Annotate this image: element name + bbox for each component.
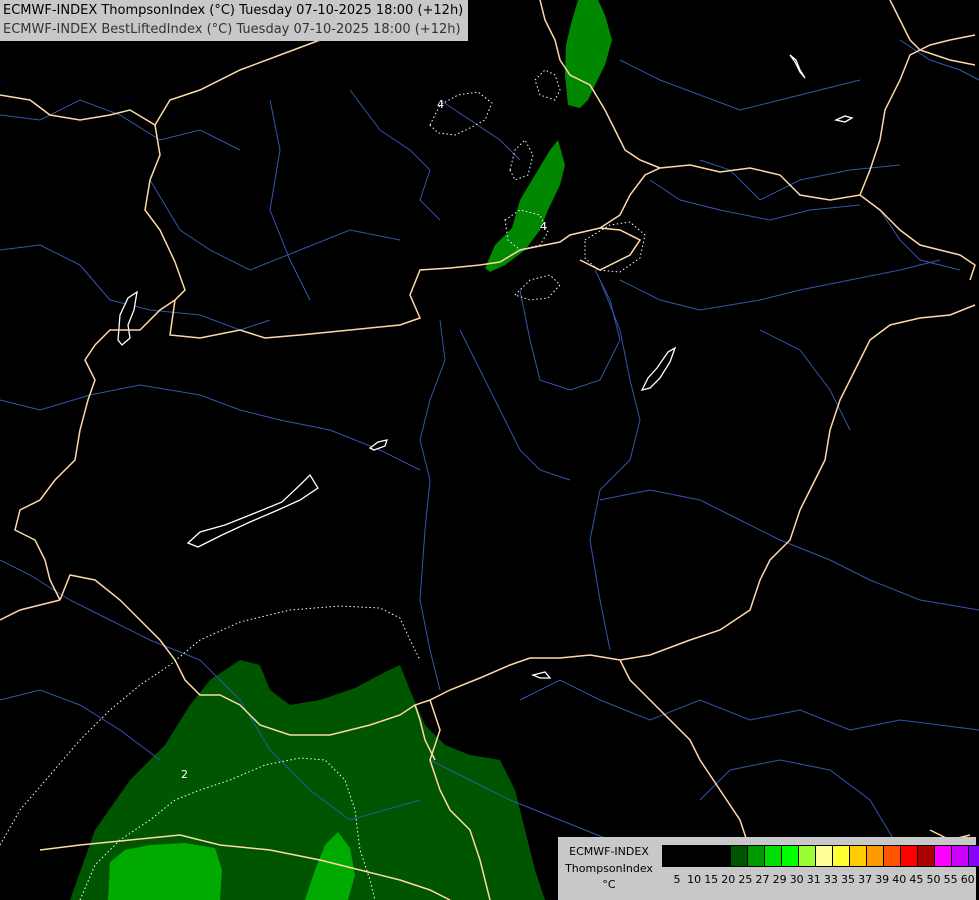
legend-tick-label: 60 xyxy=(960,873,975,886)
legend-swatch xyxy=(833,846,850,866)
legend-swatch xyxy=(680,846,697,866)
thompson-fill-green-top-strip xyxy=(565,0,612,108)
legend-swatch xyxy=(748,846,765,866)
lake-small-4 xyxy=(833,115,854,123)
lake-small-2 xyxy=(640,346,677,391)
legend-tick-label: 39 xyxy=(875,873,890,886)
legend-tick-label: 15 xyxy=(704,873,719,886)
legend-tick-label: 5 xyxy=(673,873,681,886)
legend-swatch xyxy=(867,846,884,866)
legend-tick-label: 40 xyxy=(892,873,907,886)
legend-unit-label: °C xyxy=(602,878,616,891)
map-viewport[interactable]: 4 4 2 ECMWF-INDEX ThompsonIndex (°C) Tue… xyxy=(0,0,979,900)
legend-swatch xyxy=(969,846,979,866)
legend-tick-label: 30 xyxy=(789,873,804,886)
map-title-best-lifted-index: ECMWF-INDEX BestLiftedIndex (°C) Tuesday… xyxy=(3,22,461,37)
lake-balaton xyxy=(186,473,319,548)
legend-swatch xyxy=(901,846,918,866)
legend-swatch xyxy=(918,846,935,866)
lake-small-3 xyxy=(789,54,806,79)
lake-small-1 xyxy=(368,439,388,451)
legend-swatch xyxy=(884,846,901,866)
map-title-thompson-index: ECMWF-INDEX ThompsonIndex (°C) Tuesday 0… xyxy=(3,3,464,18)
legend-tick-label: 50 xyxy=(926,873,941,886)
legend-swatch xyxy=(850,846,867,866)
legend-tick-label: 37 xyxy=(858,873,873,886)
legend-tick-label: 45 xyxy=(909,873,924,886)
lake-small-5 xyxy=(530,671,552,679)
legend-swatch xyxy=(935,846,952,866)
lakes-layer xyxy=(117,54,854,679)
contour-label: 2 xyxy=(181,768,188,781)
color-scale-legend: ECMWF-INDEX ThompsonIndex °C 5 10 15 20 25 27… xyxy=(558,837,979,900)
legend-tick-label: 10 xyxy=(687,873,702,886)
legend-swatch xyxy=(697,846,714,866)
legend-swatch xyxy=(731,846,748,866)
legend-swatch xyxy=(663,846,680,866)
legend-tick-label: 27 xyxy=(755,873,770,886)
legend-tick-label: 29 xyxy=(772,873,787,886)
map-title-panel: ECMWF-INDEX ThompsonIndex (°C) Tuesday 0… xyxy=(0,0,468,41)
contour-label: 4 xyxy=(540,220,547,233)
thompson-fill-green-sw xyxy=(108,843,222,900)
legend-swatch xyxy=(799,846,816,866)
legend-color-swatches xyxy=(662,845,979,867)
legend-tick-label: 55 xyxy=(943,873,958,886)
legend-swatch xyxy=(765,846,782,866)
contour-label: 4 xyxy=(437,98,444,111)
legend-tick-label: 33 xyxy=(823,873,838,886)
legend-tick-label: 20 xyxy=(721,873,736,886)
thompson-fill-green-north-strip xyxy=(485,140,565,272)
legend-swatch xyxy=(816,846,833,866)
legend-tick-label: 25 xyxy=(738,873,753,886)
legend-model-label: ECMWF-INDEX xyxy=(569,845,649,858)
lake-neusiedl xyxy=(117,290,138,346)
legend-swatch xyxy=(952,846,969,866)
legend-tick-label: 31 xyxy=(806,873,821,886)
legend-swatch xyxy=(782,846,799,866)
legend-parameter-label: ThompsonIndex xyxy=(565,862,653,875)
legend-tick-label: 35 xyxy=(841,873,855,886)
legend-swatch xyxy=(714,846,731,866)
weather-map[interactable]: 4 4 2 xyxy=(0,0,979,900)
